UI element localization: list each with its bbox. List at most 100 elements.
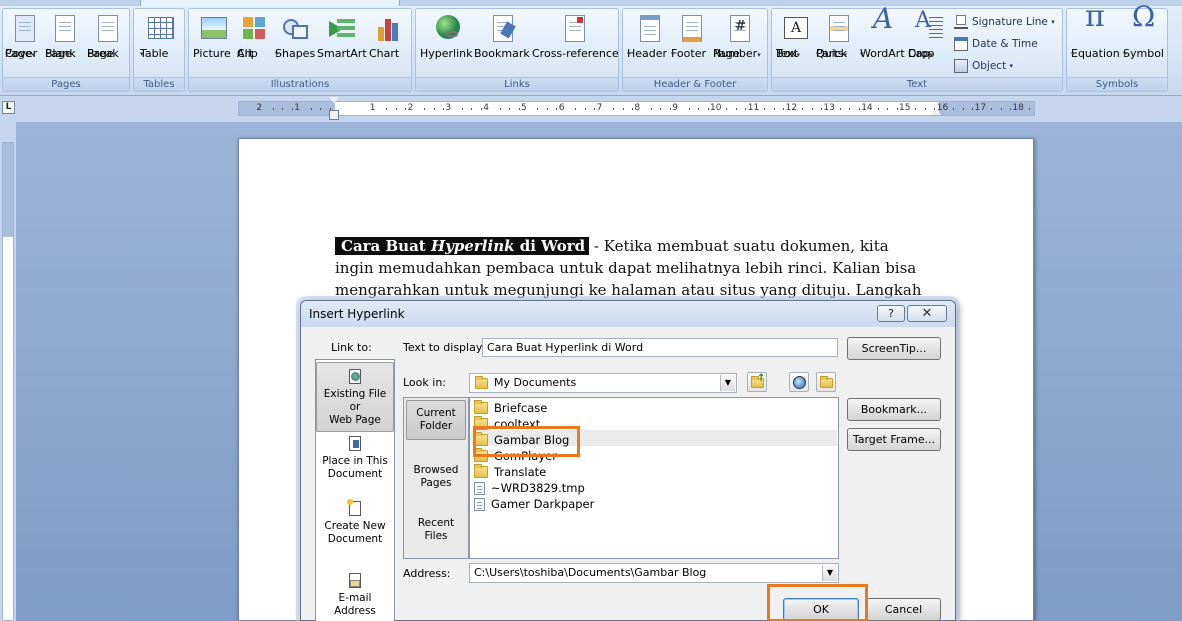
- ruler-tick: [650, 108, 652, 110]
- clip-art-icon: [239, 13, 269, 45]
- wordart-button[interactable]: A WordArt ▾: [860, 5, 908, 60]
- ruler-number: 11: [747, 103, 760, 113]
- link-to-place-in-document[interactable]: Place in This Document: [316, 436, 394, 481]
- dialog-title: Insert Hyperlink: [309, 307, 405, 321]
- nav-browsed-pages[interactable]: Browsed Pages: [406, 464, 466, 490]
- tab-insert[interactable]: [140, 0, 400, 6]
- smartart-button[interactable]: SmartArt: [317, 13, 367, 60]
- ruler-tick: [310, 108, 312, 110]
- up-folder-button[interactable]: ↑: [747, 372, 767, 392]
- look-in-dropdown[interactable]: My Documents ▼: [469, 373, 737, 393]
- link-to-create-new-document[interactable]: Create New Document: [316, 499, 394, 546]
- page-break-button[interactable]: Page Break: [87, 13, 127, 60]
- document-title-selected: Cara Buat Hyperlink di Word: [335, 237, 590, 255]
- vertical-ruler[interactable]: [0, 122, 16, 621]
- list-item[interactable]: Translate: [474, 464, 546, 480]
- ruler-number: 9: [672, 103, 678, 113]
- cancel-button[interactable]: Cancel: [866, 598, 941, 621]
- first-line-indent-marker[interactable]: [329, 97, 339, 103]
- horizontal-ruler[interactable]: 2 1 1 2 3 4 5 6 7 8 9 10 11 12 13 14 15 16 17 18: [238, 101, 1035, 116]
- text-to-display-label: Text to display:: [403, 341, 486, 354]
- picture-button[interactable]: Picture: [193, 13, 233, 60]
- nav-current-folder[interactable]: Current Folder: [406, 400, 466, 440]
- file-list[interactable]: Briefcase cooltext Gambar Blog GomPlayer…: [469, 397, 839, 559]
- help-button[interactable]: ?: [877, 305, 905, 322]
- ruler-tick: [282, 108, 284, 110]
- address-input[interactable]: C:\Users\toshiba\Documents\Gambar Blog ▼: [469, 563, 839, 583]
- ruler-tick: [442, 108, 444, 110]
- text-box-button[interactable]: A Text Box▾: [776, 13, 814, 60]
- nav-recent-files[interactable]: Recent Files: [406, 517, 466, 543]
- signature-line-button[interactable]: Signature Line ▾: [954, 15, 1055, 29]
- shapes-button[interactable]: Shapes ▾: [275, 13, 315, 60]
- page-number-button[interactable]: # Page Number▾: [713, 13, 765, 60]
- link-to-existing-file[interactable]: Existing File or Web Page: [316, 362, 394, 432]
- group-label-pages: Pages: [3, 77, 129, 91]
- table-button[interactable]: Table ▾: [140, 13, 180, 60]
- ruler-number: 14: [861, 103, 873, 113]
- browse-web-button[interactable]: [789, 372, 809, 392]
- ruler-tick: [802, 108, 804, 110]
- ruler-tick: [1028, 108, 1030, 110]
- ruler-tick: [773, 108, 775, 110]
- list-item[interactable]: ~WRD3829.tmp: [474, 480, 585, 496]
- look-in-label: Look in:: [403, 376, 446, 389]
- ruler-tick: [688, 108, 690, 110]
- ruler-tick: [594, 108, 596, 110]
- hyperlink-button[interactable]: Hyperlink: [420, 13, 474, 60]
- ruler-number: 2: [407, 103, 414, 113]
- signature-line-icon: [954, 15, 968, 29]
- date-time-button[interactable]: Date & Time: [954, 37, 1038, 51]
- ruler-tick: [320, 108, 322, 110]
- target-frame-button[interactable]: Target Frame...: [847, 428, 941, 451]
- screentip-button[interactable]: ScreenTip...: [847, 337, 941, 360]
- cover-page-button[interactable]: Cover Page▾: [5, 13, 43, 60]
- globe-doc-icon: [347, 369, 363, 386]
- equation-button[interactable]: π Equation ▾: [1071, 2, 1121, 60]
- dialog-titlebar[interactable]: Insert Hyperlink ? ✕: [301, 301, 955, 327]
- list-item[interactable]: Gamer Darkpaper: [474, 496, 594, 512]
- group-text: A Text Box▾ Quick Parts▾ A WordArt ▾ A D…: [771, 5, 1063, 92]
- footer-button[interactable]: Footer ▾: [671, 13, 711, 60]
- horizontal-ruler-area: L 2 1 1 2 3 4 5 6 7 8 9 10 11 12 13 14 15 16 17 18: [0, 96, 1182, 122]
- right-indent-marker[interactable]: [931, 108, 941, 115]
- bookmark-button[interactable]: Bookmark: [474, 13, 530, 60]
- ruler-tick: [896, 108, 898, 110]
- tab-selector[interactable]: L: [2, 101, 15, 114]
- bookmark-icon: [487, 13, 517, 45]
- object-button[interactable]: Object ▾: [954, 59, 1013, 73]
- ruler-tick: [537, 108, 539, 110]
- ruler-tick: [518, 108, 520, 110]
- group-label-illustrations: Illustrations: [189, 77, 411, 91]
- chart-icon: [373, 13, 403, 45]
- cross-reference-button[interactable]: Cross-reference: [532, 13, 619, 60]
- chart-button[interactable]: Chart: [369, 13, 407, 60]
- clip-art-button[interactable]: Clip Art: [237, 13, 271, 60]
- browse-file-button[interactable]: [816, 372, 836, 392]
- ruler-tick: [783, 108, 785, 110]
- mail-doc-icon: [347, 573, 363, 590]
- quick-parts-button[interactable]: Quick Parts▾: [816, 13, 860, 60]
- group-illustrations: Picture Clip Art Shapes ▾ SmartArt Chart…: [188, 8, 412, 92]
- globe-link-icon: [432, 13, 462, 45]
- ruler-tick: [424, 108, 426, 110]
- drop-cap-button[interactable]: A Drop Cap▾: [908, 10, 948, 60]
- highlight-annotation-ok: [767, 584, 868, 621]
- blank-page-button[interactable]: Blank Page: [45, 13, 83, 60]
- link-to-email-address[interactable]: E-mail Address: [316, 573, 394, 618]
- link-to-panel: Existing File or Web Page Place in This …: [315, 359, 395, 621]
- ribbon-tabstrip: [0, 0, 1182, 6]
- bookmark-dialog-button[interactable]: Bookmark...: [847, 398, 941, 421]
- left-indent-marker[interactable]: [329, 110, 339, 120]
- ruler-tick: [433, 108, 435, 110]
- text-box-icon: A: [780, 13, 810, 45]
- list-item[interactable]: Briefcase: [474, 400, 547, 416]
- ruler-number: 2: [256, 103, 263, 113]
- symbol-button[interactable]: Ω Symbol ▾: [1123, 3, 1165, 60]
- new-doc-icon: [347, 499, 363, 518]
- header-button[interactable]: Header ▾: [627, 13, 671, 60]
- close-button[interactable]: ✕: [907, 305, 947, 322]
- ruler-tick: [480, 108, 482, 110]
- ruler-tick: [291, 108, 293, 110]
- text-to-display-input[interactable]: Cara Buat Hyperlink di Word: [482, 338, 838, 357]
